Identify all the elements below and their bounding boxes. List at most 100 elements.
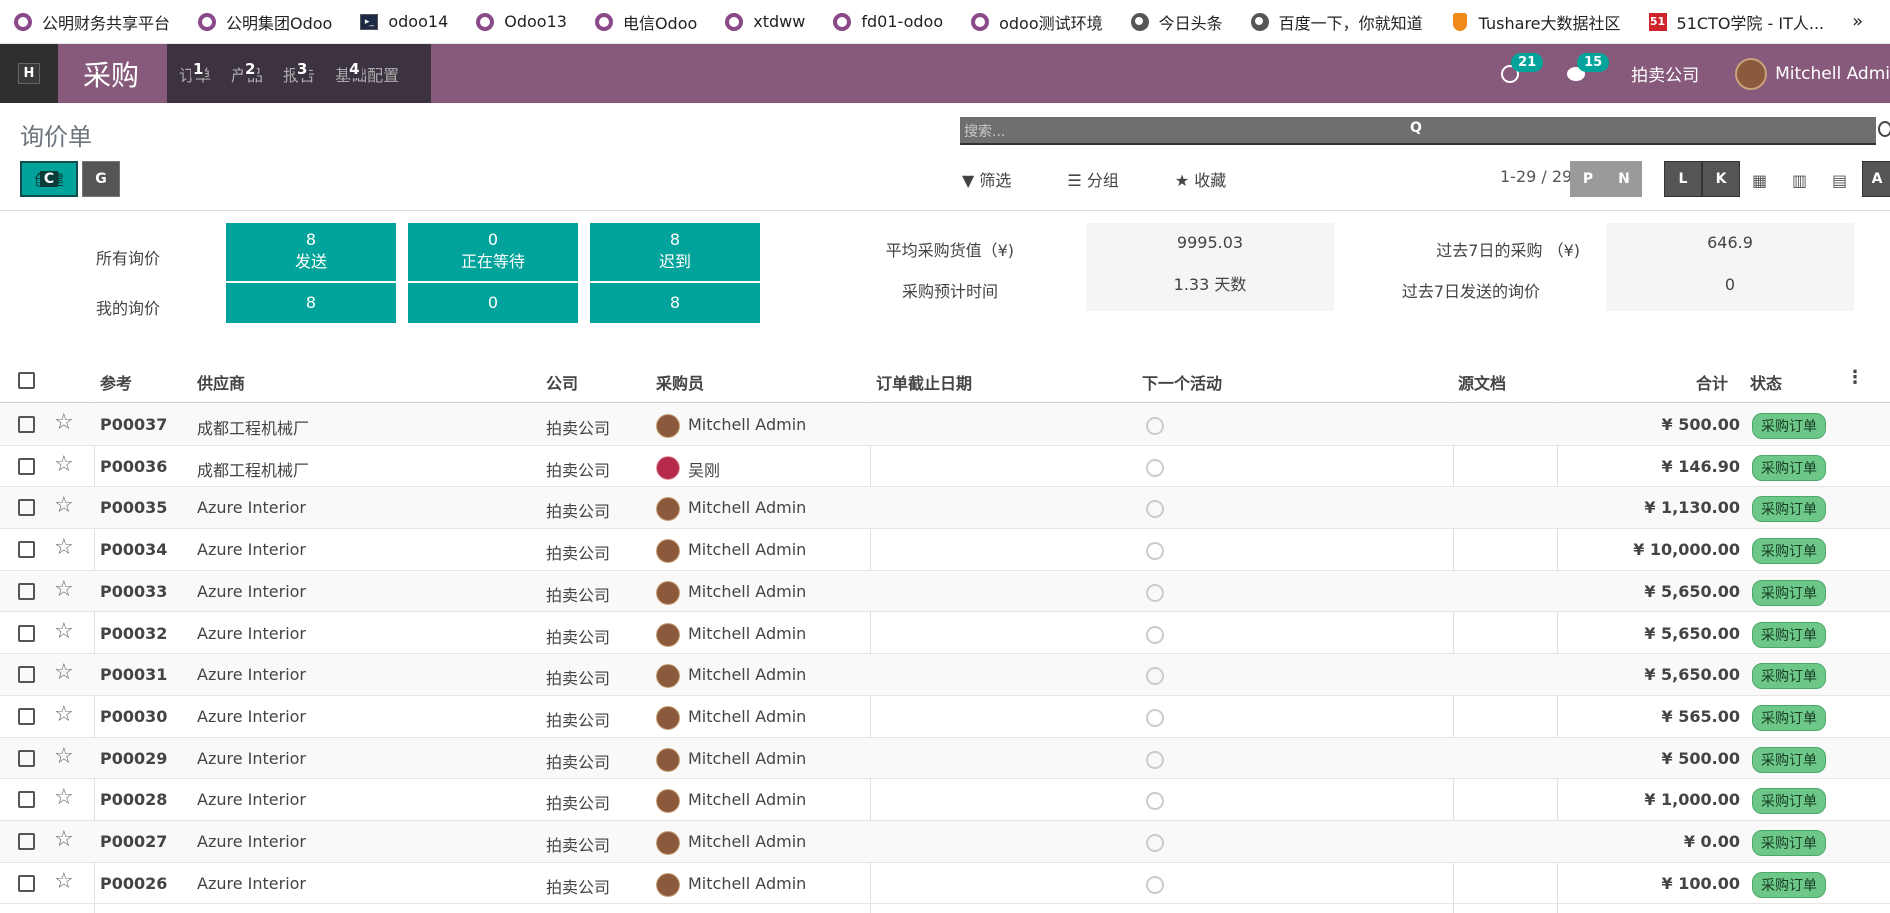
row-checkbox[interactable]	[18, 833, 35, 850]
bookmark-item[interactable]: 51 51CTO学院 - IT人...	[1648, 10, 1824, 34]
row-checkbox[interactable]	[18, 707, 35, 725]
clock-icon[interactable]	[1146, 875, 1164, 894]
column-header[interactable]: 状态	[1750, 370, 1782, 394]
column-header[interactable]: 订单截止日期	[876, 370, 972, 394]
clock-icon[interactable]	[1146, 458, 1164, 477]
rfq-tile-all[interactable]: 0 正在等待	[408, 223, 578, 281]
table-row[interactable]: ☆ P00036 成都工程机械厂 拍卖公司 吴刚 ¥ 146.90 采购订单	[0, 446, 1890, 488]
clock-icon[interactable]	[1146, 500, 1164, 519]
star-icon[interactable]: ☆	[54, 535, 74, 560]
star-icon[interactable]: ☆	[54, 827, 74, 852]
bookmark-item[interactable]: 百度一下，你就知道	[1250, 10, 1423, 34]
table-row[interactable]: ☆ P00035 Azure Interior 拍卖公司 Mitchell Admin ¥…	[0, 487, 1890, 530]
pager-previous-button[interactable]: P	[1570, 161, 1606, 197]
menu-item-4[interactable]: 基础配置 4	[335, 59, 399, 86]
clock-icon[interactable]	[1146, 750, 1164, 769]
clock-icon[interactable]	[1146, 792, 1164, 811]
column-header[interactable]: 合计	[1696, 370, 1728, 394]
star-icon[interactable]: ☆	[54, 410, 74, 435]
bookmark-item[interactable]: ▸_ odoo14	[360, 12, 448, 31]
row-checkbox[interactable]	[18, 582, 35, 600]
pivot-view-icon[interactable]: ▦	[1752, 171, 1770, 190]
bookmark-item[interactable]: 公明财务共享平台	[14, 10, 170, 34]
column-header[interactable]: 供应商	[197, 370, 245, 394]
rfq-tile-all[interactable]: 8 发送	[226, 223, 396, 281]
table-row[interactable]: ☆ P00031 Azure Interior 拍卖公司 Mitchell Admin ¥…	[0, 654, 1890, 696]
clock-icon[interactable]	[1146, 625, 1164, 644]
select-all-checkbox[interactable]	[18, 372, 35, 389]
bookmarks-overflow-button[interactable]: »	[1852, 11, 1863, 32]
bookmark-item[interactable]: xtdww	[725, 12, 805, 31]
row-checkbox[interactable]	[18, 791, 35, 809]
column-header[interactable]: 参考	[100, 370, 132, 394]
company-switcher[interactable]: 拍卖公司	[1631, 61, 1699, 86]
clock-icon[interactable]	[1146, 708, 1164, 727]
create-button[interactable]: 创建 C	[20, 161, 78, 197]
table-row[interactable]: ☆ P00026 Azure Interior 拍卖公司 Mitchell Admin ¥…	[0, 863, 1890, 905]
row-checkbox[interactable]	[18, 624, 35, 642]
star-icon[interactable]: ☆	[54, 869, 74, 894]
star-icon[interactable]: ☆	[54, 744, 74, 769]
star-icon[interactable]: ☆	[54, 619, 74, 644]
row-checkbox[interactable]	[18, 499, 35, 517]
graph-view-icon[interactable]: ▥	[1792, 171, 1810, 190]
star-icon[interactable]: ☆	[54, 702, 74, 727]
bookmark-item[interactable]: Odoo13	[476, 12, 567, 31]
bookmark-item[interactable]: Tushare大数据社区	[1451, 10, 1621, 34]
table-row[interactable]: ☆ P00034 Azure Interior 拍卖公司 Mitchell Admin ¥…	[0, 529, 1890, 571]
menu-item-3[interactable]: 报告3	[283, 59, 315, 86]
bookmark-item[interactable]: 公明集团Odoo	[198, 10, 332, 34]
search-input[interactable]: 搜索... Q	[960, 117, 1876, 145]
column-header[interactable]: 采购员	[656, 370, 704, 394]
row-checkbox[interactable]	[18, 749, 35, 767]
row-checkbox[interactable]	[18, 874, 35, 892]
user-menu[interactable]: Mitchell Admi	[1775, 64, 1890, 84]
menu-item-2[interactable]: 产品2	[231, 59, 263, 86]
star-icon[interactable]: ☆	[54, 493, 74, 518]
table-row[interactable]: ☆ P00027 Azure Interior 拍卖公司 Mitchell Admin ¥…	[0, 821, 1890, 863]
search-icon[interactable]	[1878, 121, 1890, 137]
user-avatar[interactable]	[1735, 57, 1768, 90]
group-by-button[interactable]: ☰ 分组	[1067, 167, 1146, 191]
table-row[interactable]: ☆ P00030 Azure Interior 拍卖公司 Mitchell Admin ¥…	[0, 696, 1890, 738]
rfq-tile-mine[interactable]: 0	[408, 283, 578, 323]
activity-view-button[interactable]: A	[1862, 161, 1890, 197]
table-row[interactable]: ☆ P00033 Azure Interior 拍卖公司 Mitchell Admin ¥…	[0, 570, 1890, 613]
star-icon[interactable]: ☆	[54, 577, 74, 602]
apps-menu-button[interactable]: H	[0, 44, 58, 103]
row-checkbox[interactable]	[18, 416, 35, 433]
star-icon[interactable]: ☆	[54, 660, 74, 685]
list-view-button[interactable]: L	[1664, 161, 1702, 197]
pager-value[interactable]: 1-29 / 29	[1500, 167, 1572, 186]
bookmark-item[interactable]: 今日头条	[1130, 10, 1223, 34]
calendar-view-icon[interactable]: ▤	[1832, 171, 1850, 190]
table-row[interactable]: ☆ P00037 成都工程机械厂 拍卖公司 Mitchell Admin ¥ 500.00…	[0, 404, 1890, 446]
rfq-tile-mine[interactable]: 8	[226, 283, 396, 323]
column-header[interactable]: 公司	[546, 370, 578, 394]
table-row[interactable]: ☆ P00029 Azure Interior 拍卖公司 Mitchell Admin ¥…	[0, 737, 1890, 780]
row-checkbox[interactable]	[18, 457, 35, 475]
filter-button[interactable]: ▼ 筛选	[962, 167, 1039, 191]
messages-button[interactable]: 15	[1565, 52, 1610, 85]
optional-columns-icon[interactable]: ⋮	[1846, 367, 1864, 388]
clock-icon[interactable]	[1146, 542, 1164, 561]
rfq-tile-all[interactable]: 8 迟到	[590, 223, 760, 281]
favorites-button[interactable]: ★ 收藏	[1175, 167, 1254, 191]
table-row[interactable]: ☆ P00028 Azure Interior 拍卖公司 Mitchell Admin ¥…	[0, 779, 1890, 821]
menu-item-1[interactable]: 订单1	[179, 59, 211, 86]
row-checkbox[interactable]	[18, 666, 35, 684]
row-checkbox[interactable]	[18, 541, 35, 559]
clock-icon[interactable]	[1146, 417, 1164, 435]
bookmark-item[interactable]: fd01-odoo	[833, 12, 943, 31]
kanban-view-button[interactable]: K	[1702, 161, 1740, 197]
pager-next-button[interactable]: N	[1606, 161, 1642, 197]
import-button[interactable]: G	[82, 161, 120, 197]
column-header[interactable]: 下一个活动	[1142, 370, 1222, 394]
activity-button[interactable]: 21	[1499, 52, 1544, 85]
app-brand[interactable]: 采购	[58, 54, 167, 94]
bookmark-item[interactable]: odoo测试环境	[971, 10, 1103, 34]
table-row[interactable]: ☆ P00032 Azure Interior 拍卖公司 Mitchell Admin ¥…	[0, 613, 1890, 655]
column-header[interactable]: 源文档	[1458, 370, 1506, 394]
bookmark-item[interactable]: 电信Odoo	[594, 10, 697, 34]
rfq-tile-mine[interactable]: 8	[590, 283, 760, 323]
